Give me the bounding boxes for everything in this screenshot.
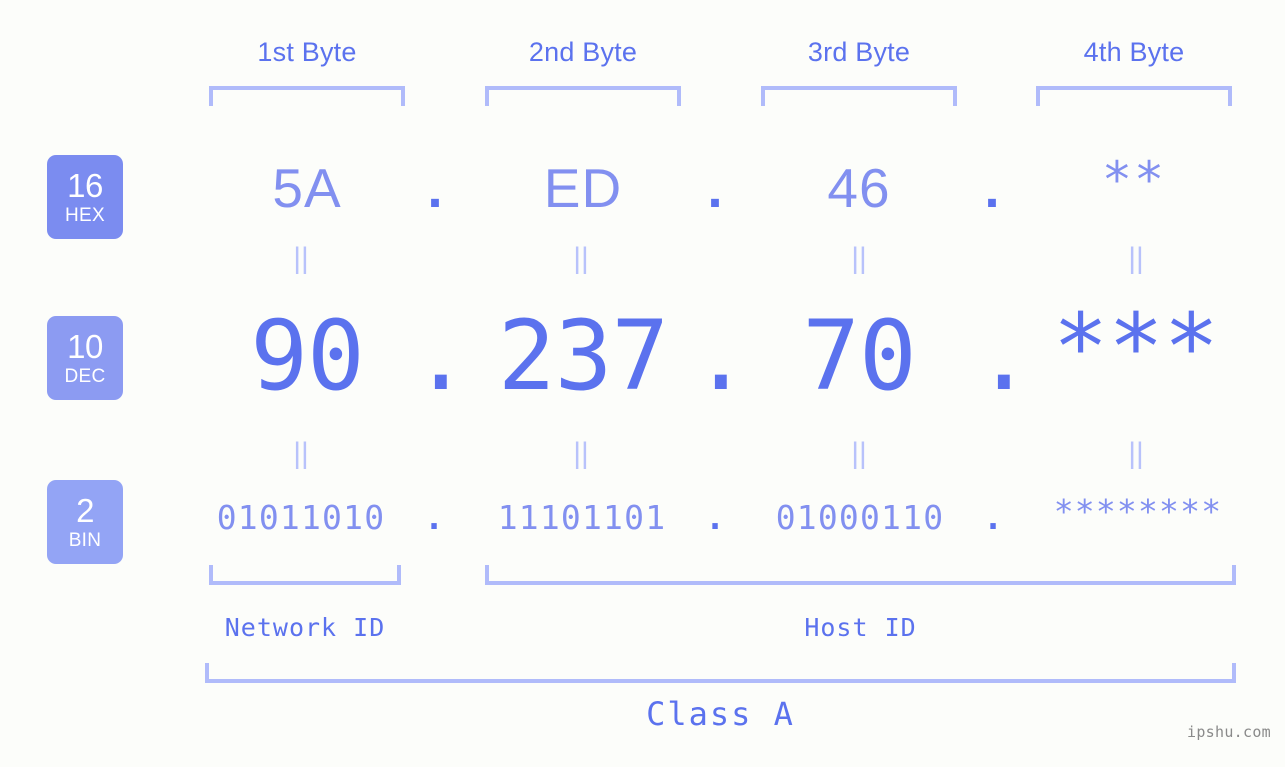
bin-separator-3: . <box>983 498 1003 537</box>
equals-mark-dec-bin-3: || <box>851 437 867 470</box>
radix-badge-bin-name: BIN <box>68 530 102 551</box>
radix-badge-bin: 2 BIN <box>47 480 123 564</box>
radix-badge-dec-name: DEC <box>64 366 106 387</box>
network-id-label: Network ID <box>224 613 386 642</box>
ip-breakdown-diagram: 1st Byte 2nd Byte 3rd Byte 4th Byte 16 H… <box>0 0 1285 767</box>
equals-mark-hex-dec-2: || <box>573 242 589 275</box>
byte-bracket-1 <box>209 86 405 106</box>
radix-badge-dec: 10 DEC <box>47 316 123 400</box>
dec-byte-4: *** <box>1052 294 1220 401</box>
equals-mark-dec-bin-2: || <box>573 437 589 470</box>
bin-byte-3: 01000110 <box>775 498 945 537</box>
dec-separator-3: . <box>975 300 1033 412</box>
radix-badge-hex-number: 16 <box>67 167 103 204</box>
equals-mark-dec-bin-4: || <box>1128 437 1144 470</box>
byte-header-1: 1st Byte <box>257 37 357 67</box>
byte-header-4: 4th Byte <box>1083 37 1185 67</box>
hex-separator-2: . <box>707 157 723 219</box>
network-id-bracket <box>209 565 401 585</box>
equals-mark-hex-dec-3: || <box>851 242 867 275</box>
equals-mark-hex-dec-4: || <box>1128 242 1144 275</box>
dec-byte-1: 90 <box>250 300 365 412</box>
byte-header-3: 3rd Byte <box>807 37 911 67</box>
dec-byte-2: 237 <box>497 300 669 412</box>
radix-badge-dec-number: 10 <box>67 328 103 365</box>
class-bracket <box>205 663 1236 683</box>
site-watermark: ipshu.com <box>1187 723 1271 741</box>
byte-header-2: 2nd Byte <box>528 37 638 67</box>
equals-mark-dec-bin-1: || <box>293 437 309 470</box>
bin-byte-1: 01011010 <box>216 498 386 537</box>
radix-badge-hex: 16 HEX <box>47 155 123 239</box>
byte-bracket-2 <box>485 86 681 106</box>
hex-byte-4: ** <box>1101 151 1167 209</box>
hex-byte-3: 46 <box>827 157 891 219</box>
hex-byte-1: 5A <box>272 157 342 219</box>
hex-separator-3: . <box>984 157 1000 219</box>
bin-separator-1: . <box>424 498 444 537</box>
bin-byte-4: ******** <box>1053 492 1223 531</box>
byte-bracket-4 <box>1036 86 1232 106</box>
host-id-bracket <box>485 565 1236 585</box>
dec-byte-3: 70 <box>802 300 917 412</box>
dec-separator-2: . <box>692 300 750 412</box>
radix-badge-bin-number: 2 <box>76 492 94 529</box>
bin-byte-2: 11101101 <box>497 498 667 537</box>
host-id-label: Host ID <box>804 613 917 642</box>
dec-separator-1: . <box>412 300 470 412</box>
byte-bracket-3 <box>761 86 957 106</box>
hex-byte-2: ED <box>543 157 623 219</box>
equals-mark-hex-dec-1: || <box>293 242 309 275</box>
bin-separator-2: . <box>705 498 725 537</box>
hex-separator-1: . <box>427 157 443 219</box>
radix-badge-hex-name: HEX <box>65 205 105 226</box>
class-label: Class A <box>646 695 795 733</box>
